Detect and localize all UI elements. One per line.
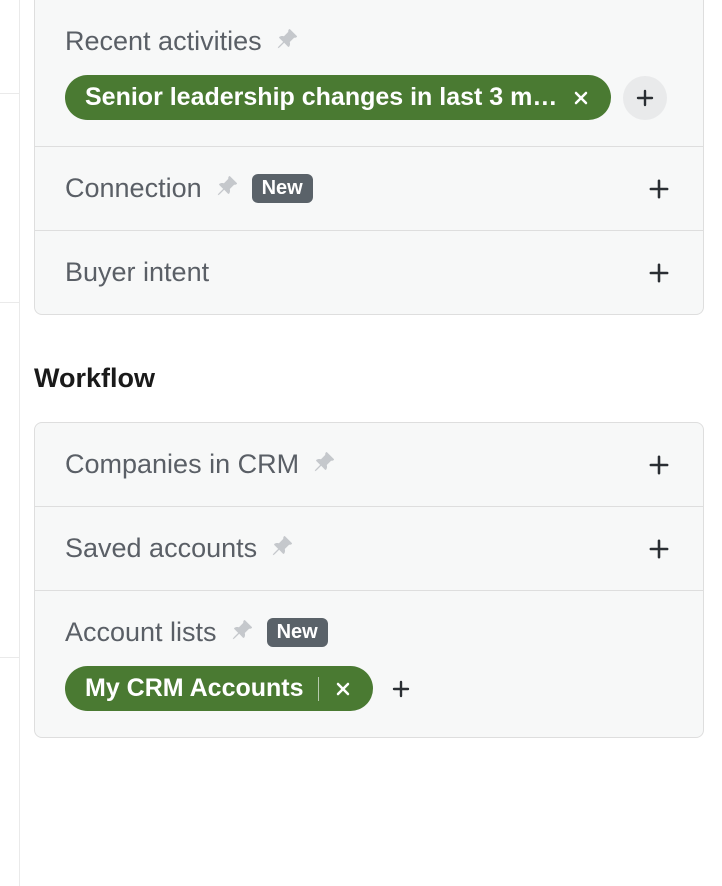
new-badge: New <box>267 618 328 647</box>
filter-panel-saved-accounts: Saved accounts <box>35 507 703 591</box>
pin-icon <box>313 451 335 473</box>
pin-icon[interactable] <box>271 535 293 562</box>
pin-icon[interactable] <box>313 451 335 478</box>
close-icon[interactable] <box>571 88 591 108</box>
filter-panel-recent-activities: Recent activities Senior leadership chang… <box>35 0 703 147</box>
panel-title: Recent activities <box>65 26 262 57</box>
expand-icon[interactable] <box>645 451 673 479</box>
panel-header[interactable]: Buyer intent <box>65 257 673 288</box>
close-icon[interactable] <box>333 679 353 699</box>
section-heading-workflow: Workflow <box>34 363 704 394</box>
left-rail <box>0 0 20 886</box>
chip-label: Senior leadership changes in last 3 m… <box>85 83 557 112</box>
chip-label: My CRM Accounts <box>85 674 304 703</box>
pin-icon <box>271 535 293 557</box>
chips-row: Senior leadership changes in last 3 m… <box>65 75 673 120</box>
panel-title: Connection <box>65 173 202 204</box>
pin-icon <box>216 175 238 197</box>
pin-icon <box>231 619 253 641</box>
pin-icon[interactable] <box>276 28 298 55</box>
chip-divider <box>318 677 320 701</box>
add-chip-button[interactable] <box>385 673 417 705</box>
filter-panel-companies-in-crm: Companies in CRM <box>35 423 703 507</box>
chips-row: My CRM Accounts <box>65 666 673 711</box>
plus-icon <box>633 86 657 110</box>
pin-icon <box>276 28 298 50</box>
expand-icon[interactable] <box>645 175 673 203</box>
workflow-group: Companies in CRM Saved accounts Account li… <box>34 422 704 738</box>
filter-panel-connection: Connection New <box>35 147 703 231</box>
pin-icon[interactable] <box>231 619 253 646</box>
expand-icon[interactable] <box>645 535 673 563</box>
panel-header[interactable]: Saved accounts <box>65 533 673 564</box>
panel-header[interactable]: Recent activities <box>65 26 673 57</box>
filter-panel-buyer-intent: Buyer intent <box>35 231 703 314</box>
panel-header[interactable]: Account lists New <box>65 617 673 648</box>
panel-title: Companies in CRM <box>65 449 299 480</box>
filter-panel-account-lists: Account lists New My CRM Accounts <box>35 591 703 737</box>
filter-chip[interactable]: Senior leadership changes in last 3 m… <box>65 75 611 120</box>
filter-chip[interactable]: My CRM Accounts <box>65 666 373 711</box>
panel-title: Saved accounts <box>65 533 257 564</box>
new-badge: New <box>252 174 313 203</box>
panel-header[interactable]: Companies in CRM <box>65 449 673 480</box>
panel-header[interactable]: Connection New <box>65 173 673 204</box>
expand-icon[interactable] <box>645 259 673 287</box>
add-chip-button[interactable] <box>623 76 667 120</box>
pin-icon[interactable] <box>216 175 238 202</box>
panel-title: Account lists <box>65 617 217 648</box>
filter-group: Recent activities Senior leadership chang… <box>34 0 704 315</box>
panel-title: Buyer intent <box>65 257 209 288</box>
plus-icon <box>389 677 413 701</box>
